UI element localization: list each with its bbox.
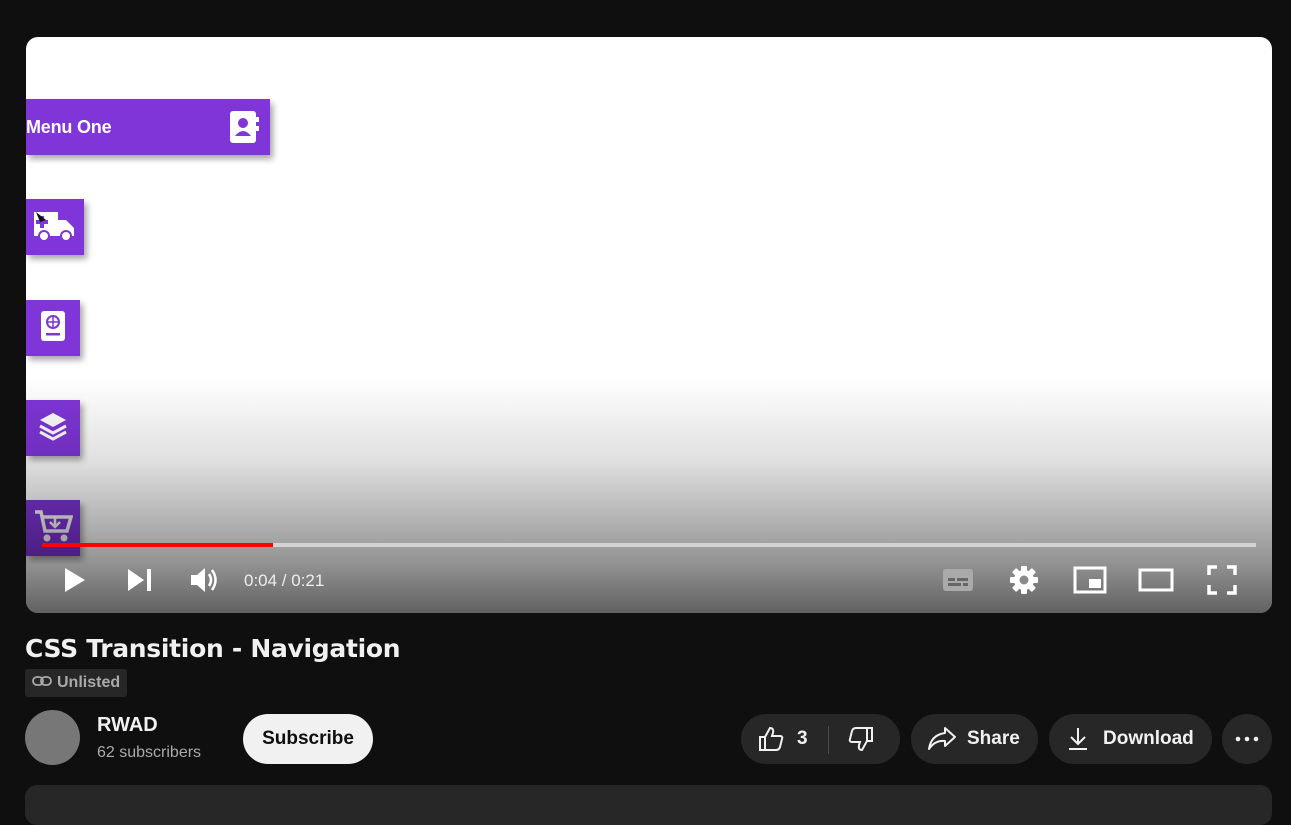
player-controls: 0:04 / 0:21 [26, 559, 1272, 605]
play-icon [61, 566, 87, 599]
channel-name[interactable]: RWAD [97, 714, 158, 737]
subscribe-button[interactable]: Subscribe [243, 714, 373, 764]
passport-menu-box [26, 300, 80, 356]
share-button[interactable]: Share [911, 714, 1038, 764]
volume-button[interactable] [186, 559, 222, 605]
description-box[interactable] [25, 785, 1272, 825]
ambulance-menu-box [26, 199, 84, 255]
miniplayer-button[interactable] [1072, 559, 1108, 605]
video-title: CSS Transition - Navigation [25, 634, 401, 663]
like-button[interactable]: 3 [741, 714, 828, 764]
theater-icon [1138, 568, 1174, 597]
thumbs-up-icon [757, 725, 785, 753]
ambulance-icon [32, 208, 78, 247]
video-player[interactable]: Menu One 0:04 / 0:21 [26, 37, 1272, 613]
more-icon [1235, 736, 1259, 742]
fullscreen-button[interactable] [1204, 559, 1240, 605]
subtitles-icon [942, 567, 974, 598]
like-dislike-group: 3 [741, 714, 900, 764]
miniplayer-icon [1073, 566, 1107, 599]
visibility-badge: Unlisted [25, 669, 128, 697]
thumbs-down-icon [847, 725, 875, 753]
passport-icon [39, 309, 67, 348]
video-menu-bar: Menu One [26, 99, 270, 155]
contact-book-icon [226, 109, 260, 150]
subscriber-count: 62 subscribers [97, 744, 202, 761]
progress-bar[interactable] [42, 543, 1256, 547]
share-icon [927, 726, 957, 752]
play-button[interactable] [56, 559, 92, 605]
next-button[interactable] [122, 559, 158, 605]
like-count: 3 [797, 728, 808, 749]
settings-icon [1009, 565, 1039, 600]
download-icon [1067, 726, 1089, 752]
dislike-button[interactable] [829, 714, 900, 764]
theater-button[interactable] [1136, 559, 1176, 605]
settings-button[interactable] [1006, 559, 1042, 605]
video-menu-label: Menu One [26, 116, 112, 137]
avatar[interactable] [25, 710, 80, 765]
volume-icon [189, 566, 219, 599]
download-button[interactable]: Download [1049, 714, 1212, 764]
subtitles-button[interactable] [940, 559, 976, 605]
fullscreen-icon [1207, 564, 1237, 600]
share-label: Share [967, 728, 1020, 749]
download-label: Download [1103, 728, 1194, 749]
time-display: 0:04 / 0:21 [244, 571, 325, 590]
next-icon [126, 567, 154, 598]
progress-played [42, 543, 273, 547]
visibility-label: Unlisted [57, 674, 121, 691]
more-actions-button[interactable] [1222, 714, 1272, 764]
link-icon [32, 674, 57, 692]
